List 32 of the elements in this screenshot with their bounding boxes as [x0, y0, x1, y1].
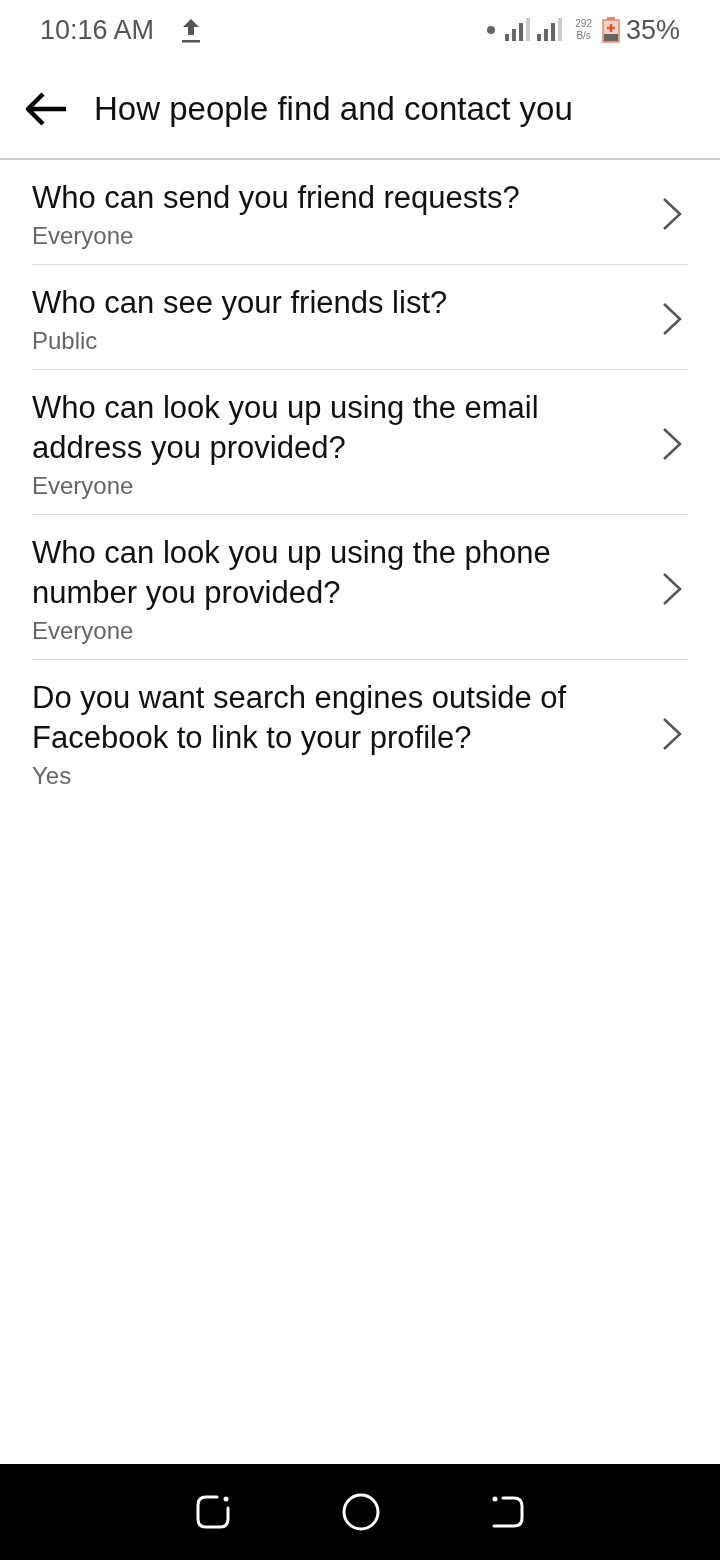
setting-question: Who can look you up using the email address you provided?	[32, 389, 540, 467]
setting-question: Who can look you up using the phone number you provided?	[32, 534, 552, 612]
setting-item[interactable]: Do you want search engines outside of Facebook to link to your profile? Yes	[32, 660, 688, 804]
recent-apps-icon[interactable]	[195, 1494, 231, 1530]
chevron-right-icon	[662, 717, 682, 751]
home-icon[interactable]	[341, 1492, 381, 1532]
setting-item[interactable]: Who can look you up using the phone number you provided? Everyone	[32, 515, 688, 660]
upload-icon	[180, 17, 203, 43]
chevron-right-icon	[662, 427, 682, 461]
setting-item[interactable]: Who can look you up using the email address you provided? Everyone	[32, 370, 688, 515]
setting-question: Do you want search engines outside of Facebook to link to your profile?	[32, 679, 568, 757]
back-button[interactable]	[24, 91, 68, 127]
page-title: How people find and contact you	[94, 90, 573, 128]
setting-item[interactable]: Who can send you friend requests? Everyone	[32, 160, 688, 265]
dot-icon	[487, 26, 496, 34]
back-icon[interactable]	[491, 1495, 525, 1529]
setting-item[interactable]: Who can see your friends list? Public	[32, 265, 688, 370]
setting-value: Everyone	[32, 617, 135, 645]
speed-value: 292	[575, 18, 592, 30]
battery-percent: 35%	[625, 14, 680, 46]
setting-value: Everyone	[32, 472, 135, 500]
chevron-right-icon	[662, 572, 682, 606]
setting-value: Yes	[32, 762, 73, 790]
chevron-right-icon	[662, 197, 682, 231]
status-time: 10:16 AM	[40, 14, 155, 46]
setting-question: Who can send you friend requests?	[32, 179, 521, 217]
setting-question: Who can see your friends list?	[32, 284, 449, 322]
battery-icon	[601, 17, 620, 43]
setting-value: Public	[32, 327, 99, 355]
setting-value: Everyone	[32, 222, 135, 250]
chevron-right-icon	[662, 302, 682, 336]
speed-unit: B/s	[576, 30, 591, 42]
